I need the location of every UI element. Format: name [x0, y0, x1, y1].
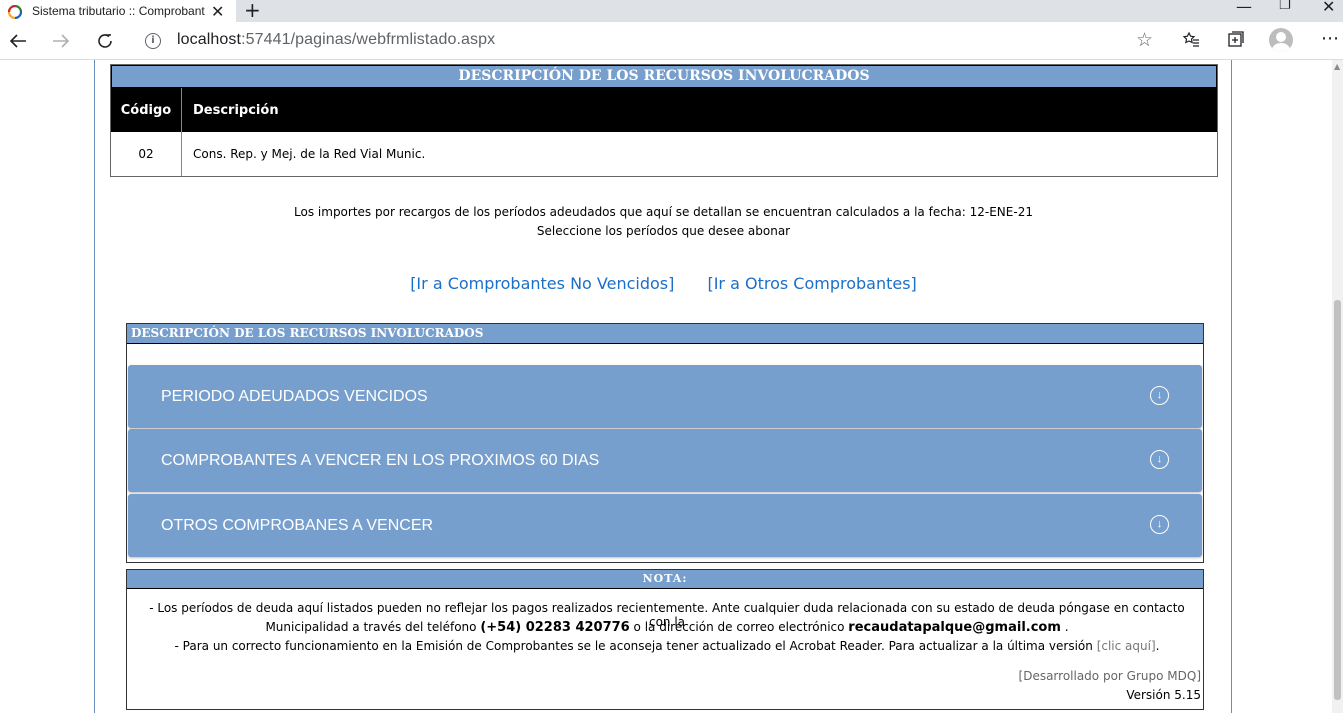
- page-content: DESCRIPCIÓN DE LOS RECURSOS INVOLUCRADOS…: [0, 60, 1343, 713]
- collections-icon[interactable]: [1227, 30, 1245, 53]
- accordion-panel-title: DESCRIPCIÓN DE LOS RECURSOS INVOLUCRADOS: [127, 324, 1203, 344]
- link-otros-comprobantes[interactable]: [Ir a Otros Comprobantes]: [707, 274, 916, 293]
- window-close-icon[interactable]: ✕: [1322, 0, 1335, 16]
- favorites-list-icon[interactable]: [1182, 30, 1200, 53]
- column-header-descripcion: Descripción: [193, 102, 279, 118]
- nota-panel: NOTA: - Los períodos de deuda aquí lista…: [126, 569, 1204, 710]
- column-header-codigo: Código: [111, 88, 182, 132]
- select-periods-text: Seleccione los períodos que desee abonar: [536, 224, 791, 238]
- expand-circle-icon[interactable]: ↓: [1150, 450, 1169, 469]
- browser-tab-bar: Sistema tributario :: Comprobant ✕ + — ❐…: [0, 0, 1343, 22]
- browser-tab[interactable]: Sistema tributario :: Comprobant ✕: [0, 0, 236, 22]
- frame-border-left: [94, 60, 95, 713]
- restore-icon[interactable]: ❐: [1279, 0, 1291, 13]
- expand-circle-icon[interactable]: ↓: [1150, 386, 1169, 405]
- minimize-icon[interactable]: —: [1236, 0, 1252, 16]
- accordion-item-label: OTROS COMPROBANES A VENCER: [161, 516, 434, 534]
- accordion-item-label: PERIODO ADEUDADOS VENCIDOS: [161, 387, 428, 405]
- cell-description: Cons. Rep. y Mej. de la Red Vial Munic.: [193, 147, 426, 161]
- accordion-item-vencidos[interactable]: PERIODO ADEUDADOS VENCIDOS ↓: [128, 365, 1202, 428]
- developer-credit[interactable]: [Desarrollado por Grupo MDQ]: [1019, 669, 1201, 683]
- nota-line-acrobat: - Para un correcto funcionamiento en la …: [174, 639, 1160, 653]
- link-clic-aqui[interactable]: [clic aquí]: [1097, 639, 1156, 653]
- site-favicon-icon: [7, 4, 23, 20]
- phone-number: (+54) 02283 420776: [480, 620, 630, 635]
- profile-avatar-icon[interactable]: [1269, 28, 1293, 52]
- accordion-panel: DESCRIPCIÓN DE LOS RECURSOS INVOLUCRADOS…: [126, 323, 1204, 563]
- forward-arrow-icon[interactable]: [47, 27, 75, 55]
- cell-code: 02: [111, 132, 182, 176]
- version-label: Versión 5.15: [1126, 688, 1201, 702]
- browser-toolbar: i localhost:57441/paginas/webfrmlistado.…: [0, 22, 1343, 60]
- new-tab-icon[interactable]: +: [244, 0, 261, 22]
- email-address: recaudatapalque@gmail.com: [848, 620, 1061, 635]
- url-text: localhost:57441/paginas/webfrmlistado.as…: [177, 31, 496, 48]
- scroll-up-icon[interactable]: ▲: [1334, 62, 1340, 71]
- expand-circle-icon[interactable]: ↓: [1150, 515, 1169, 534]
- vertical-scrollbar[interactable]: ▲: [1332, 60, 1343, 713]
- frame-border-right: [1231, 60, 1232, 713]
- reload-icon[interactable]: [91, 27, 119, 55]
- accordion-item-label: COMPROBANTES A VENCER EN LOS PROXIMOS 60…: [161, 451, 600, 469]
- recargos-info-text: Los importes por recargos de los período…: [294, 205, 1033, 219]
- accordion-item-a-vencer-60-dias[interactable]: COMPROBANTES A VENCER EN LOS PROXIMOS 60…: [128, 429, 1202, 492]
- table-row: 02 Cons. Rep. y Mej. de la Red Vial Muni…: [111, 132, 1217, 176]
- link-comprobantes-no-vencidos[interactable]: [Ir a Comprobantes No Vencidos]: [410, 274, 674, 293]
- more-menu-icon[interactable]: ⋯: [1321, 28, 1339, 49]
- resources-table-title: DESCRIPCIÓN DE LOS RECURSOS INVOLUCRADOS: [111, 65, 1217, 88]
- nota-title: NOTA:: [127, 570, 1203, 589]
- favorite-star-icon[interactable]: ☆: [1136, 29, 1153, 51]
- tab-title: Sistema tributario :: Comprobant: [32, 4, 205, 18]
- close-tab-icon[interactable]: ✕: [211, 2, 224, 21]
- site-info-icon[interactable]: i: [145, 33, 161, 49]
- accordion-item-otros-a-vencer[interactable]: OTROS COMPROBANES A VENCER ↓: [128, 494, 1202, 557]
- address-bar[interactable]: i localhost:57441/paginas/webfrmlistado.…: [133, 26, 1163, 56]
- resources-table-header-row: Código Descripción: [111, 88, 1217, 132]
- resources-table: DESCRIPCIÓN DE LOS RECURSOS INVOLUCRADOS…: [110, 64, 1218, 177]
- navigation-links: [Ir a Comprobantes No Vencidos] [Ir a Ot…: [0, 274, 1327, 293]
- scrollbar-thumb[interactable]: [1334, 300, 1341, 700]
- nota-line-contacto: Municipalidad a través del teléfono (+54…: [265, 620, 1069, 635]
- back-arrow-icon[interactable]: [4, 27, 32, 55]
